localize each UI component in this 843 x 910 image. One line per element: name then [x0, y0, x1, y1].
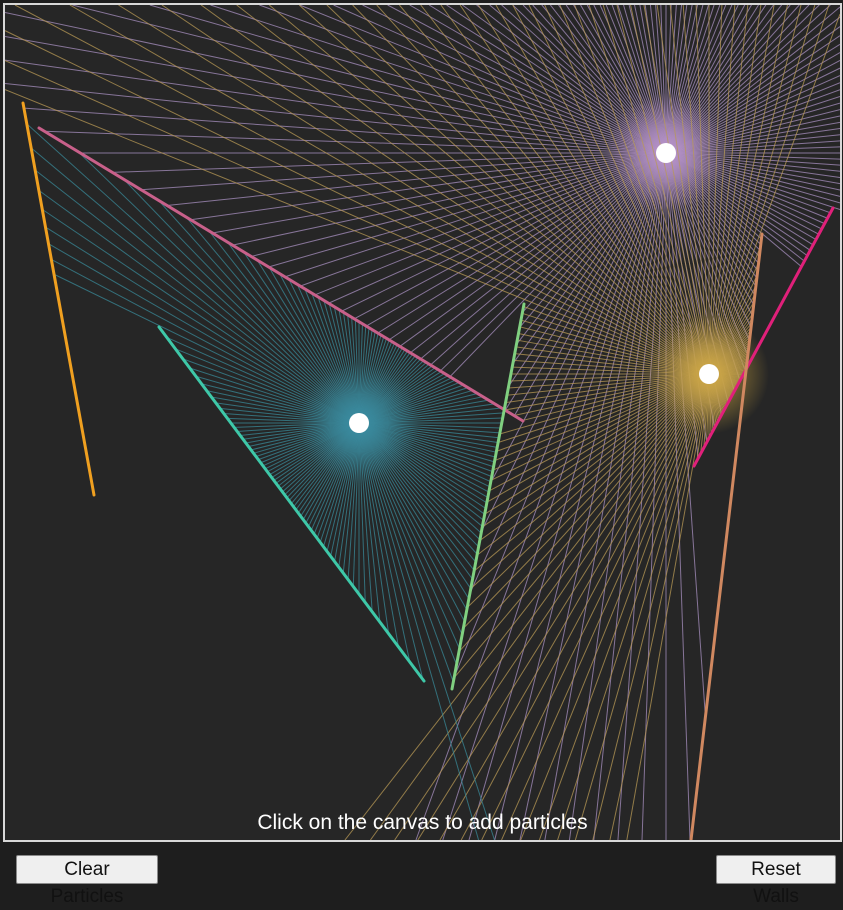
orange-wall[interactable]	[21, 101, 96, 497]
ray-line	[557, 373, 710, 840]
ray-line	[30, 147, 360, 424]
ray-line	[5, 83, 667, 154]
ray-line	[69, 5, 710, 375]
blue-particle-rays	[26, 123, 504, 840]
ray-line	[358, 422, 495, 840]
blue-particle[interactable]	[349, 413, 369, 433]
ray-line	[72, 5, 667, 154]
reset-walls-button[interactable]: Reset Walls	[716, 855, 836, 907]
ray-line	[370, 373, 710, 840]
ray-line	[34, 169, 360, 424]
ray-line	[140, 152, 667, 191]
ray-line	[617, 152, 667, 840]
clear-particles-button[interactable]: Clear Particles	[16, 855, 158, 907]
purple-particle[interactable]	[656, 143, 676, 163]
ray-line	[26, 123, 360, 424]
ray-line	[417, 373, 710, 840]
ray-line	[44, 130, 667, 154]
gold-particle[interactable]	[699, 364, 719, 384]
ray-line	[14, 5, 710, 375]
scene-svg	[5, 5, 840, 840]
ray-line	[284, 152, 667, 278]
ray-line	[626, 373, 710, 840]
ray-line	[453, 152, 667, 678]
ray-line	[190, 152, 667, 221]
particle-canvas[interactable]: Click on the canvas to add particles	[3, 3, 842, 842]
